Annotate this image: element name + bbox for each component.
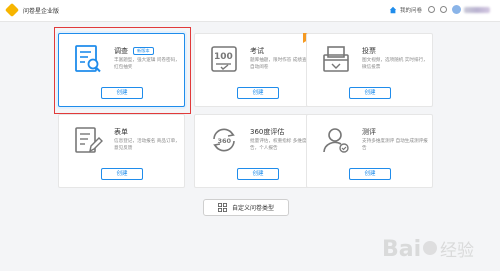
- card-vote[interactable]: 投票 图文视频，选项随机 实时排行，微信投票 创建: [306, 33, 433, 107]
- card-exam[interactable]: 100 考试 题库抽题，限时作答 成绩查询，自动阅卷 创建: [194, 33, 321, 107]
- ballot-box-icon: [323, 46, 349, 72]
- avatar[interactable]: [452, 5, 461, 14]
- brand-logo-icon: [4, 2, 20, 18]
- svg-text:经验: 经验: [440, 241, 474, 261]
- card-title: 测评: [362, 128, 376, 136]
- brand-name: 问卷星企业版: [23, 7, 60, 15]
- highlight-box: [54, 27, 191, 114]
- card-description: 图文视频，选项随机 实时排行，微信投票: [362, 58, 428, 70]
- svg-text:100: 100: [214, 52, 233, 62]
- card-title: 360度评估: [250, 128, 285, 136]
- card-title: 考试: [250, 47, 264, 55]
- brand[interactable]: 问卷星企业版: [4, 2, 60, 18]
- create-exam-button[interactable]: 创建: [237, 87, 279, 99]
- custom-button-label: 自定义问卷类型: [231, 205, 274, 212]
- notification-icon[interactable]: [440, 6, 447, 13]
- card-description: 支持多维度测评 自动生成测评报告: [362, 139, 428, 151]
- top-bar: 问卷星企业版 我的问卷: [0, 0, 500, 22]
- my-surveys-link[interactable]: 我的问卷: [400, 6, 422, 14]
- create-assessment-button[interactable]: 创建: [349, 168, 391, 180]
- card-title: 表单: [114, 128, 128, 136]
- card-title: 投票: [362, 47, 376, 55]
- form-edit-icon: [75, 127, 103, 153]
- card-assessment[interactable]: 测评 支持多维度测评 自动生成测评报告 创建: [306, 114, 433, 188]
- create-360-button[interactable]: 创建: [237, 168, 279, 180]
- card-form[interactable]: 表单 信息登记，活动报名 商品订单，意见反馈 创建: [58, 114, 185, 188]
- create-form-button[interactable]: 创建: [101, 168, 143, 180]
- exam-icon: 100: [211, 46, 237, 72]
- baidu-jingyan-watermark: Bai 经验: [382, 237, 474, 262]
- username-blurred[interactable]: [464, 6, 490, 13]
- home-icon: [389, 6, 397, 13]
- person-assessment-icon: [323, 128, 349, 153]
- rotate-360-icon: 360: [213, 128, 235, 152]
- svg-text:Bai: Bai: [382, 237, 421, 262]
- help-icon[interactable]: [428, 6, 435, 13]
- card-description: 信息登记，活动报名 商品订单，意见反馈: [114, 139, 180, 151]
- svg-text:360: 360: [218, 137, 232, 145]
- card-360-evaluation[interactable]: 360 360度评估 批量评估，权重指标 多维度报告，个人报告 创建: [194, 114, 321, 188]
- top-nav: 我的问卷: [389, 5, 490, 14]
- grid-icon: [218, 203, 227, 212]
- create-vote-button[interactable]: 创建: [349, 87, 391, 99]
- custom-survey-type-button[interactable]: 自定义问卷类型: [203, 199, 289, 216]
